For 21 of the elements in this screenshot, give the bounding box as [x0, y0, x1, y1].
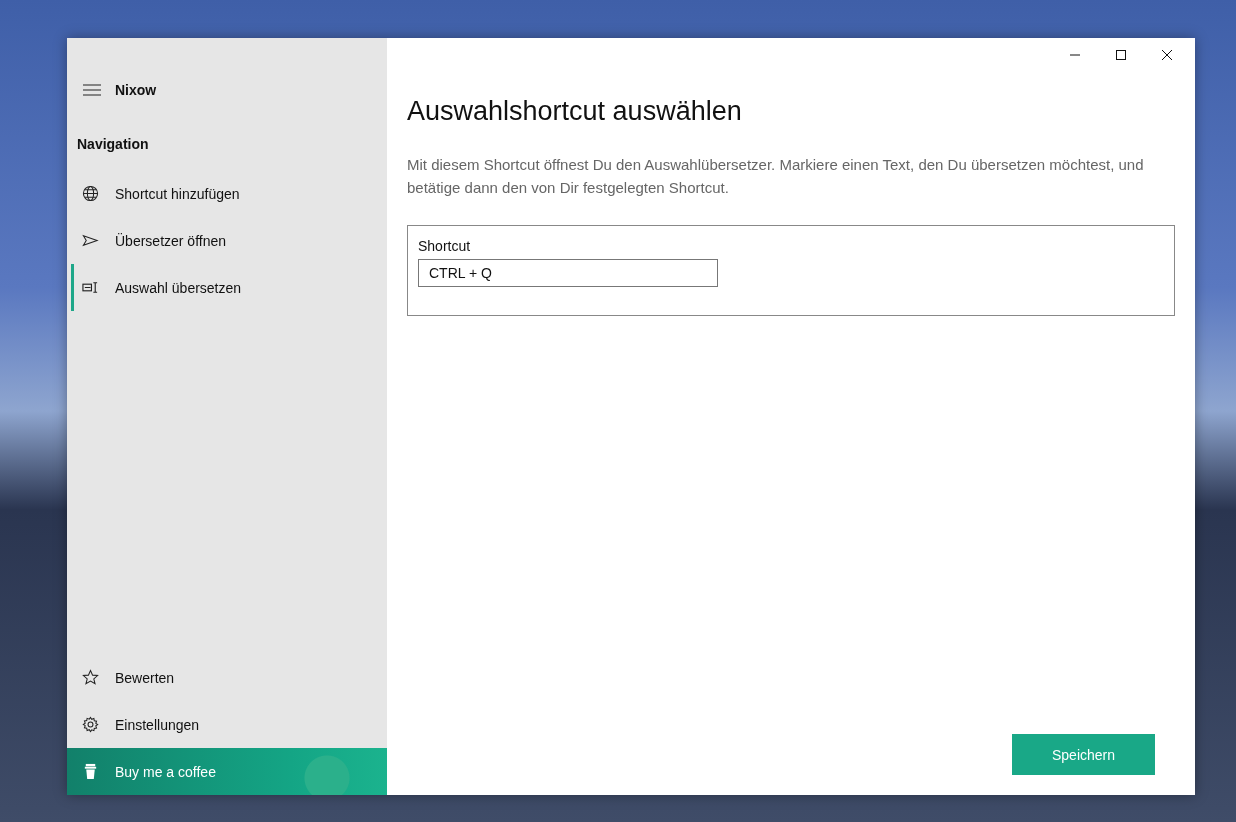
cup-icon: [82, 763, 99, 780]
app-title: Nixow: [115, 82, 157, 98]
field-label: Shortcut: [418, 238, 472, 254]
globe-icon: [82, 185, 99, 202]
maximize-icon[interactable]: [1116, 50, 1126, 60]
nav-item[interactable]: Einstellungen: [71, 701, 387, 748]
send-icon: [82, 232, 99, 249]
settings-icon: [82, 716, 99, 733]
close-icon[interactable]: [1162, 50, 1172, 60]
nav-item[interactable]: Übersetzer öffnen: [71, 217, 387, 264]
nav-item[interactable]: Bewerten: [71, 654, 387, 701]
buy-me-a-coffee-button[interactable]: Buy me a coffee: [67, 748, 387, 795]
nav-item[interactable]: Shortcut hinzufügen: [71, 170, 387, 217]
page-description: Mit diesem Shortcut öffnest Du den Auswahlübersetzer. Markiere einen Text, den Du übersetzen möchtest, und betätige dann den von Dir festgelegten Shortcut.: [407, 155, 1145, 198]
nav-item[interactable]: Auswahl übersetzen: [71, 264, 387, 311]
shortcut-input-field[interactable]: CTRL + Q: [418, 259, 718, 287]
text-select-icon: [82, 279, 99, 296]
menu-icon[interactable]: [83, 84, 101, 96]
page-title: Auswahlshortcut auswählen: [407, 96, 743, 127]
star-icon: [82, 669, 99, 686]
navigation-heading: Navigation: [76, 135, 150, 152]
